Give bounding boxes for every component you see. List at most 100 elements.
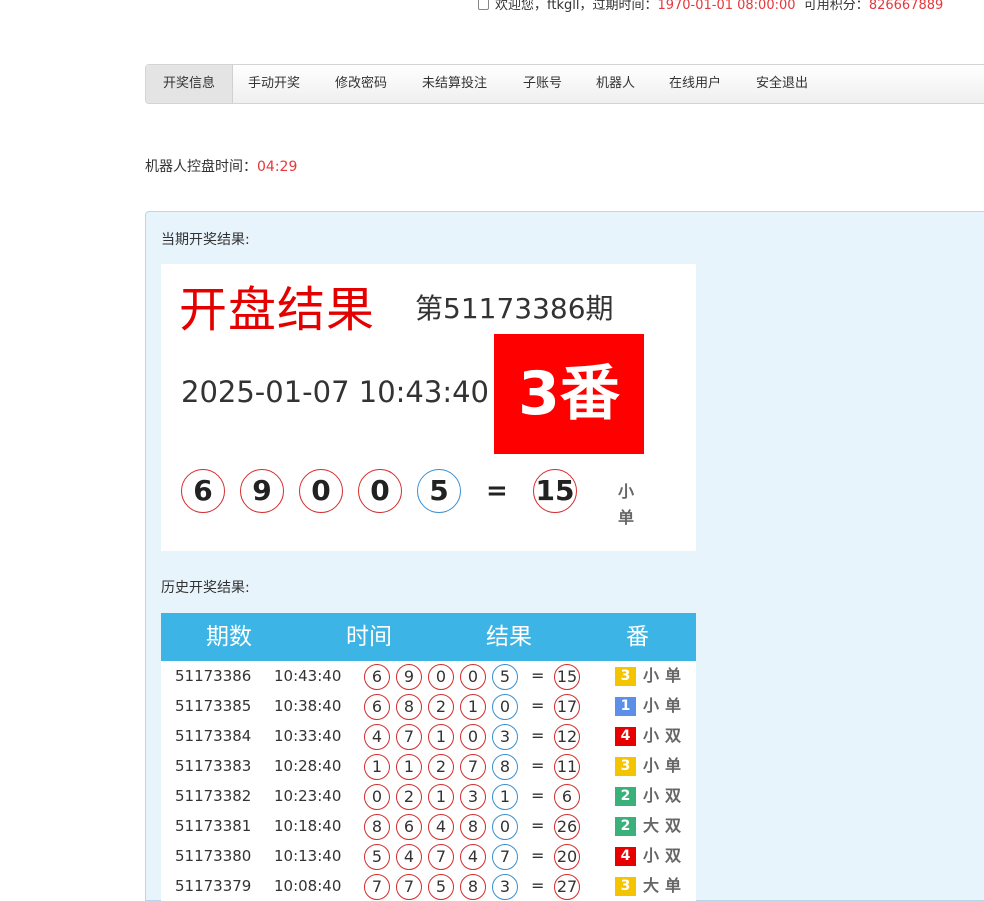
table-row: 51173382 10:23:40 0 2 1 3 1 = 6 2 小双 [161, 781, 696, 811]
row-sum-ball: 20 [554, 844, 580, 870]
nav-item-unsettled-bets[interactable]: 未结算投注 [422, 65, 487, 103]
row-fan-badge: 4 [615, 727, 636, 746]
row-period: 51173383 [175, 757, 252, 775]
main-nav: 开奖信息 手动开奖 修改密码 未结算投注 子账号 机器人 在线用户 安全退出 [145, 64, 984, 104]
row-ball: 2 [428, 754, 454, 780]
nav-item-robot[interactable]: 机器人 [596, 65, 635, 103]
row-ball: 8 [396, 694, 422, 720]
row-ball: 0 [492, 694, 518, 720]
result-ball: 6 [181, 469, 225, 513]
row-time: 10:43:40 [274, 667, 342, 685]
col-header-result: 结果 [486, 624, 532, 650]
row-tags: 小单 [643, 756, 688, 775]
row-ball: 8 [460, 814, 486, 840]
row-ball: 7 [364, 874, 390, 900]
credit-value: 826667889 [868, 0, 944, 13]
row-ball: 8 [364, 814, 390, 840]
table-row: 51173380 10:13:40 5 4 7 4 7 = 20 4 小双 [161, 841, 696, 871]
row-sum-ball: 26 [554, 814, 580, 840]
row-ball: 4 [364, 724, 390, 750]
row-ball: 7 [460, 754, 486, 780]
col-header-fan: 番 [626, 624, 649, 650]
nav-item-logout[interactable]: 安全退出 [756, 65, 808, 103]
nav-item-manual-draw[interactable]: 手动开奖 [248, 65, 300, 103]
welcome-text: 欢迎您，ftkgll，过期时间： [495, 0, 658, 13]
row-ball: 8 [492, 754, 518, 780]
table-row: 51173385 10:38:40 6 8 2 1 0 = 17 1 小单 [161, 691, 696, 721]
current-result-card: 开盘结果 第51173386期 2025-01-07 10:43:40 3番 6… [161, 264, 696, 551]
row-period: 51173384 [175, 727, 252, 745]
row-time: 10:18:40 [274, 817, 342, 835]
row-ball: 0 [492, 814, 518, 840]
row-period: 51173379 [175, 877, 252, 895]
result-heading: 开盘结果 [179, 282, 376, 338]
history-table-body: 51173386 10:43:40 6 9 0 0 5 = 15 3 小单 51173385 10:38… [161, 661, 696, 901]
col-header-time: 时间 [346, 624, 392, 650]
row-fan-badge: 1 [615, 697, 636, 716]
row-ball: 0 [460, 724, 486, 750]
result-ball: 0 [299, 469, 343, 513]
row-tags: 小双 [643, 786, 688, 805]
row-sum-ball: 6 [554, 784, 580, 810]
row-ball: 7 [428, 844, 454, 870]
table-row: 51173384 10:33:40 4 7 1 0 3 = 12 4 小双 [161, 721, 696, 751]
result-equals: = [486, 476, 508, 506]
row-ball: 7 [396, 874, 422, 900]
row-period: 51173380 [175, 847, 252, 865]
row-ball: 7 [492, 844, 518, 870]
row-fan-badge: 3 [615, 667, 636, 686]
row-time: 10:23:40 [274, 787, 342, 805]
row-ball: 1 [492, 784, 518, 810]
row-ball: 1 [460, 694, 486, 720]
robot-time-label: 机器人控盘时间： [145, 159, 257, 175]
robot-time-value: 04:29 [257, 159, 298, 175]
row-equals: = [531, 876, 545, 895]
credit-label: 可用积分： [803, 0, 869, 13]
row-period: 51173386 [175, 667, 252, 685]
row-ball: 4 [428, 814, 454, 840]
row-ball: 4 [460, 844, 486, 870]
result-datetime: 2025-01-07 10:43:40 [181, 375, 489, 409]
user-icon [478, 0, 489, 10]
history-result-title: 历史开奖结果: [161, 580, 250, 596]
row-ball: 0 [460, 664, 486, 690]
row-equals: = [531, 726, 545, 745]
row-time: 10:28:40 [274, 757, 342, 775]
row-sum-ball: 17 [554, 694, 580, 720]
result-tags: 小单 [618, 482, 649, 527]
result-ball: 9 [240, 469, 284, 513]
table-row: 51173386 10:43:40 6 9 0 0 5 = 15 3 小单 [161, 661, 696, 691]
row-time: 10:08:40 [274, 877, 342, 895]
row-ball: 7 [396, 724, 422, 750]
nav-item-sub-accounts[interactable]: 子账号 [523, 65, 562, 103]
row-time: 10:13:40 [274, 847, 342, 865]
row-tags: 小双 [643, 846, 688, 865]
row-equals: = [531, 816, 545, 835]
expire-time: 1970-01-01 08:00:00 [657, 0, 796, 13]
result-fan-badge: 3番 [494, 334, 644, 454]
nav-item-change-password[interactable]: 修改密码 [335, 65, 387, 103]
row-sum-ball: 12 [554, 724, 580, 750]
row-ball: 1 [428, 724, 454, 750]
row-tags: 小单 [643, 696, 688, 715]
row-time: 10:38:40 [274, 697, 342, 715]
col-header-period: 期数 [206, 624, 252, 650]
row-ball: 3 [492, 724, 518, 750]
table-row: 51173383 10:28:40 1 1 2 7 8 = 11 3 小单 [161, 751, 696, 781]
result-ball: 0 [358, 469, 402, 513]
nav-item-draw-info[interactable]: 开奖信息 [146, 65, 233, 103]
table-row: 51173379 10:08:40 7 7 5 8 3 = 27 3 大单 [161, 871, 696, 901]
robot-control-time: 机器人控盘时间：04:29 [145, 156, 297, 176]
user-info-bar: 欢迎您，ftkgll，过期时间：1970-01-01 08:00:00 可用积分… [478, 0, 943, 13]
result-sum-ball: 15 [533, 469, 577, 513]
row-equals: = [531, 786, 545, 805]
current-result-title: 当期开奖结果: [161, 232, 250, 248]
row-ball: 5 [364, 844, 390, 870]
row-ball: 3 [492, 874, 518, 900]
row-tags: 大双 [643, 816, 688, 835]
row-fan-badge: 3 [615, 877, 636, 896]
row-fan-badge: 3 [615, 757, 636, 776]
row-ball: 5 [492, 664, 518, 690]
row-ball: 0 [364, 784, 390, 810]
nav-item-online-users[interactable]: 在线用户 [669, 65, 721, 103]
